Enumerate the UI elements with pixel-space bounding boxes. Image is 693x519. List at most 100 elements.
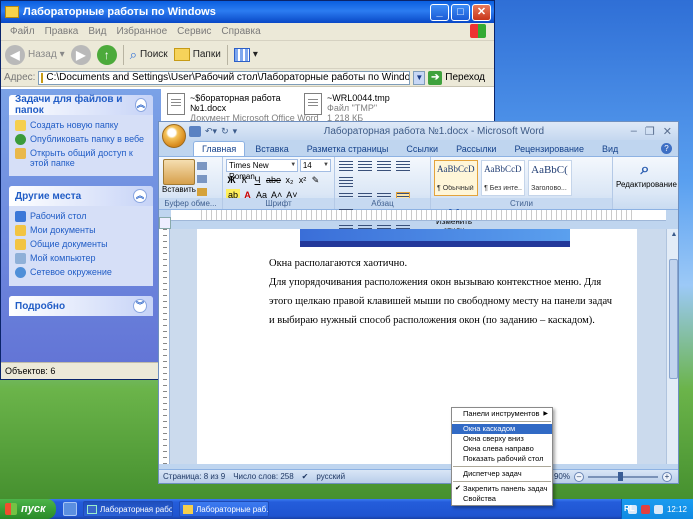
menu-item-task-manager[interactable]: Диспетчер задач [452,469,552,479]
language-bar[interactable]: RL [624,499,635,519]
menu-item-tile-vertical[interactable]: Окна слева направо [452,444,552,454]
format-painter-icon[interactable] [197,188,207,196]
tab-home[interactable]: Главная [193,141,246,156]
tab-references[interactable]: Ссылки [398,142,446,156]
go-button[interactable]: ➔ Переход [428,70,491,85]
file-item-tmp[interactable]: ~WRL0044.tmp Файл "TMP" 1 218 КБ [304,93,390,123]
menu-item-tile-horizontal[interactable]: Окна сверху вниз [452,434,552,444]
numbering-icon[interactable] [358,160,373,171]
document-text[interactable]: Окна располагаются хаотично. Для упорядо… [269,254,614,330]
tab-mailings[interactable]: Рассылки [448,142,504,156]
task-new-folder[interactable]: Создать новую папку [15,120,147,131]
address-input[interactable]: C:\Documents and Settings\User\Рабочий с… [38,70,411,85]
menu-item-show-desktop[interactable]: Показать рабочий стол [452,454,552,464]
zoom-level[interactable]: 90% [554,472,570,481]
folders-button[interactable]: Папки [173,48,221,61]
cut-icon[interactable] [197,162,207,170]
tray-security-icon[interactable] [640,504,650,514]
place-my-documents[interactable]: Мои документы [15,225,147,236]
zoom-slider[interactable] [588,471,658,481]
help-icon[interactable]: ? [661,143,672,154]
close-button[interactable]: ✕ [663,125,672,138]
close-button[interactable]: ✕ [472,3,491,21]
place-shared-documents[interactable]: Общие документы [15,239,147,250]
save-icon[interactable] [189,125,201,137]
minimize-button[interactable]: _ [430,3,449,21]
taskbar-button-explorer[interactable]: Лабораторные раб... [179,501,269,517]
menu-item-cascade[interactable]: Окна каскадом [452,424,552,434]
office-button[interactable] [162,124,186,148]
increase-indent-icon[interactable] [339,176,353,187]
underline-button[interactable]: Ч [252,174,263,187]
spellcheck-icon[interactable]: ✔ [302,472,309,481]
task-publish-web[interactable]: Опубликовать папку в вебе [15,134,147,145]
tab-stop-selector[interactable] [159,217,171,229]
taskbar-button-word[interactable]: Лабораторная рабо... [83,501,173,517]
tab-view[interactable]: Вид [594,142,626,156]
clear-format-icon[interactable]: ✎ [310,174,321,187]
task-share-folder[interactable]: Открыть общий доступ к этой папке [15,148,147,168]
subscript-button[interactable]: x₂ [284,174,295,187]
views-button[interactable]: ▾ [233,47,258,62]
paste-icon[interactable] [163,159,195,185]
menu-tools[interactable]: Сервис [172,26,216,37]
undo-icon[interactable]: ↶▾ [205,126,217,137]
strikethrough-button[interactable]: abe [265,174,282,187]
font-name-select[interactable]: Times New Roman ▼ [226,159,298,181]
menu-help[interactable]: Справка [216,26,265,37]
restore-button[interactable]: ❐ [645,125,655,138]
zoom-out-button[interactable]: – [574,471,584,482]
tab-page-layout[interactable]: Разметка страницы [299,142,397,156]
scroll-up-icon[interactable]: ▲ [669,231,678,241]
back-button[interactable]: ◀ Назад ▾ [5,44,65,65]
superscript-button[interactable]: x² [297,174,308,187]
address-dropdown-button[interactable]: ▼ [413,70,426,85]
italic-button[interactable]: К [239,174,250,187]
style-no-spacing[interactable]: AaBbCcDc ¶ Без инте... [481,160,526,196]
places-panel-header[interactable]: Другие места ︽ [9,186,153,206]
paste-button[interactable]: Вставить [162,185,196,194]
collapse-icon[interactable]: ︽ [134,98,147,112]
scroll-thumb[interactable] [669,259,678,379]
bold-button[interactable]: Ж [226,174,237,187]
tab-insert[interactable]: Вставка [247,142,296,156]
tab-review[interactable]: Рецензирование [506,142,592,156]
copy-icon[interactable] [197,175,207,183]
menu-favorites[interactable]: Избранное [111,26,172,37]
document-page[interactable]: Окна располагаются хаотично. Для упорядо… [197,229,637,464]
vertical-scrollbar[interactable]: ▲ [666,229,678,464]
style-heading[interactable]: AaBbC( Заголово... [528,160,573,196]
redo-icon[interactable]: ↻ [221,126,229,137]
decrease-indent-icon[interactable] [396,160,411,171]
forward-button[interactable]: ▶ [70,44,91,65]
font-size-select[interactable]: 14 ▼ [299,159,331,172]
file-item-docx[interactable]: ~$бораторная работа №1.docx Документ Mic… [167,93,319,123]
minimize-button[interactable]: – [631,125,637,138]
details-panel-header[interactable]: Подробно ︾ [9,296,153,316]
menu-item-toolbars[interactable]: Панели инструментов ▶ [452,409,552,419]
start-button[interactable]: пуск [0,499,56,519]
expand-icon[interactable]: ︾ [133,299,147,313]
word-count[interactable]: Число слов: 258 [233,472,293,481]
multilevel-list-icon[interactable] [377,160,392,171]
menu-edit[interactable]: Правка [40,26,84,37]
tasks-panel-header[interactable]: Задачи для файлов и папок ︽ [9,94,153,116]
language-indicator[interactable]: русский [316,472,345,481]
up-folder-button[interactable]: ↑ [96,44,117,65]
search-button[interactable]: ⌕ Поиск [130,47,168,63]
place-my-computer[interactable]: Мой компьютер [15,253,147,264]
page-count[interactable]: Страница: 8 из 9 [163,472,225,481]
zoom-in-button[interactable]: + [662,471,672,482]
menu-item-properties[interactable]: Свойства [452,494,552,504]
volume-icon[interactable] [653,504,663,514]
editing-button[interactable]: ⌕ Редактирование [616,160,677,189]
word-titlebar[interactable]: ↶▾ ↻ ▾ Лабораторная работа №1.docx - Mic… [159,122,678,140]
place-desktop[interactable]: Рабочий стол [15,211,147,222]
menu-view[interactable]: Вид [83,26,111,37]
place-network[interactable]: Сетевое окружение [15,267,147,278]
clock[interactable]: 12:12 [667,505,687,514]
menu-file[interactable]: Файл [5,26,40,37]
quick-launch-icon[interactable] [63,502,77,516]
explorer-titlebar[interactable]: Лабораторные работы по Windows _ □ ✕ [1,1,494,23]
maximize-button[interactable]: □ [451,3,470,21]
